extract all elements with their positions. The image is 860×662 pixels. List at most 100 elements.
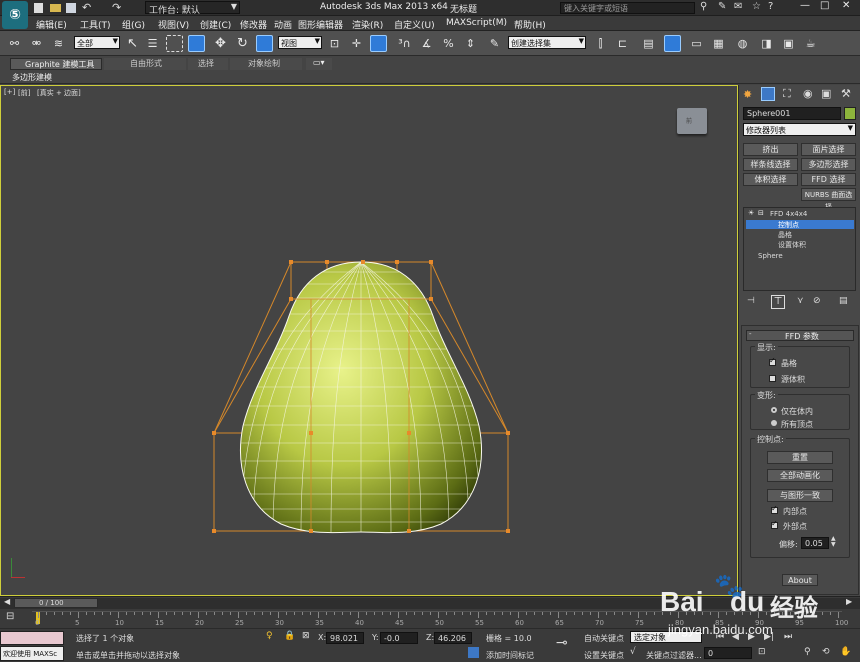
- time-config-icon[interactable]: ⊡: [758, 647, 766, 657]
- object-color-swatch[interactable]: [844, 107, 856, 120]
- viewport-front[interactable]: [+] [前] [真实 + 边面] 前: [0, 85, 738, 596]
- key-icon[interactable]: ⊸: [556, 635, 568, 651]
- all-vertices-radio[interactable]: [771, 420, 777, 426]
- set-key-button[interactable]: 设置关键点: [584, 650, 624, 661]
- render-setup-icon[interactable]: ◨: [758, 35, 775, 52]
- open-file-icon[interactable]: [50, 4, 61, 12]
- menu-graph-editors[interactable]: 图形编辑器: [298, 18, 343, 31]
- maximize-icon[interactable]: □: [820, 0, 829, 11]
- time-next-icon[interactable]: ▶: [846, 597, 852, 606]
- reset-button[interactable]: 重置: [767, 451, 833, 464]
- angle-snap-icon[interactable]: ∡: [418, 35, 435, 52]
- pin-stack-icon[interactable]: ⊣: [747, 296, 755, 306]
- spinner-arrows-icon[interactable]: ▲ ▼: [831, 536, 836, 548]
- spline-select-button[interactable]: 样条线选择: [743, 158, 798, 171]
- percent-snap-icon[interactable]: %: [440, 35, 457, 52]
- edit-named-selection-icon[interactable]: ✎: [486, 35, 503, 52]
- stack-item-lattice[interactable]: 晶格: [746, 230, 854, 239]
- rect-selection-icon[interactable]: [166, 35, 183, 52]
- align-icon[interactable]: ⊏: [614, 35, 631, 52]
- communication-icon[interactable]: ✉: [734, 1, 742, 12]
- stack-item-ffd[interactable]: ☀ ⊟ FFD 4x4x4: [746, 209, 854, 219]
- menu-tools[interactable]: 工具(T): [80, 18, 111, 31]
- offset-spinner[interactable]: 0.05: [801, 537, 829, 549]
- x-coordinate-field[interactable]: 98.021: [326, 632, 364, 644]
- maxscript-listener[interactable]: [0, 631, 64, 645]
- extrude-button[interactable]: 挤出: [743, 143, 798, 156]
- menu-help[interactable]: 帮助(H): [514, 18, 546, 31]
- unlink-icon[interactable]: ⚮: [28, 35, 45, 52]
- utilities-tab-icon[interactable]: ⚒: [841, 87, 851, 100]
- create-tab-icon[interactable]: ✸: [743, 88, 752, 101]
- close-icon[interactable]: ✕: [842, 0, 850, 11]
- menu-create[interactable]: 创建(C): [200, 18, 231, 31]
- animate-all-button[interactable]: 全部动画化: [767, 469, 833, 482]
- menu-animation[interactable]: 动画: [274, 18, 292, 31]
- configure-sets-icon[interactable]: ▤: [839, 296, 848, 306]
- source-volume-checkbox[interactable]: [769, 375, 776, 382]
- help-icon[interactable]: ?: [768, 1, 773, 12]
- play-icon[interactable]: ▶: [748, 632, 755, 642]
- menu-views[interactable]: 视图(V): [158, 18, 189, 31]
- save-icon[interactable]: [66, 3, 76, 13]
- scale-icon[interactable]: [256, 35, 273, 52]
- absolute-mode-icon[interactable]: ⊠: [302, 631, 310, 641]
- select-object-icon[interactable]: ↖: [124, 35, 141, 52]
- favorites-icon[interactable]: ☆: [752, 1, 761, 12]
- poly-select-button[interactable]: 多边形选择: [801, 158, 856, 171]
- key-filters-button[interactable]: 关键点过滤器...: [646, 650, 702, 661]
- collapse-icon[interactable]: ⊟: [758, 209, 764, 217]
- about-button[interactable]: About: [782, 574, 818, 586]
- render-production-icon[interactable]: ☕: [802, 35, 819, 52]
- stack-item-set-volume[interactable]: 设置体积: [746, 240, 854, 249]
- key-mode-dropdown[interactable]: 选定对象: [630, 631, 702, 643]
- workspace-dropdown[interactable]: 工作台: 默认 ▼: [145, 1, 240, 16]
- rendered-frame-icon[interactable]: ▣: [780, 35, 797, 52]
- modify-tab-icon[interactable]: [761, 87, 775, 101]
- ribbon-options-button[interactable]: ▭▾: [306, 58, 332, 70]
- search-input[interactable]: 键入关键字或短语: [560, 2, 695, 14]
- maxscript-mini-listener[interactable]: 欢迎使用 MAXSc: [0, 646, 64, 661]
- rollout-header[interactable]: - FFD 参数: [746, 330, 854, 341]
- isolate-selection-icon[interactable]: ♀: [266, 631, 273, 641]
- select-manipulate-icon[interactable]: ✛: [348, 35, 365, 52]
- time-tag-icon[interactable]: [468, 647, 479, 658]
- time-slider-thumb[interactable]: 0 / 100: [14, 598, 98, 608]
- menu-group[interactable]: 组(G): [122, 18, 145, 31]
- layer-manager-icon[interactable]: ▤: [640, 35, 657, 52]
- conform-to-shape-button[interactable]: 与图形一致: [767, 489, 833, 502]
- show-end-result-icon[interactable]: ⊤: [771, 295, 785, 309]
- stack-item-sphere[interactable]: Sphere: [746, 252, 854, 261]
- ribbon-tab-object-paint[interactable]: 对象绘制: [230, 58, 302, 70]
- patch-select-button[interactable]: 面片选择: [801, 143, 856, 156]
- reference-coordinate-dropdown[interactable]: 视图 ▼: [278, 36, 322, 49]
- motion-tab-icon[interactable]: ◉: [803, 87, 813, 100]
- redo-icon[interactable]: ↷: [112, 1, 121, 14]
- rotate-icon[interactable]: ↻: [234, 35, 251, 52]
- pivot-center-icon[interactable]: ⊡: [326, 35, 343, 52]
- inside-points-checkbox[interactable]: [771, 504, 778, 514]
- ffd-select-button[interactable]: FFD 选择: [801, 173, 856, 186]
- selection-lock-icon[interactable]: 🔒: [284, 631, 295, 641]
- goto-start-icon[interactable]: ⏮: [716, 632, 724, 642]
- modifier-list-dropdown[interactable]: 修改器列表 ▼: [743, 123, 856, 136]
- goto-end-icon[interactable]: ⏭: [784, 632, 792, 642]
- add-time-tag[interactable]: 添加时间标记: [486, 650, 534, 661]
- new-file-icon[interactable]: [34, 3, 43, 13]
- mirror-icon[interactable]: ⫿: [592, 35, 609, 52]
- make-unique-icon[interactable]: ⋎: [797, 296, 804, 306]
- bind-space-warp-icon[interactable]: ≋: [50, 35, 67, 52]
- only-in-volume-radio[interactable]: [771, 407, 777, 413]
- selection-filter-dropdown[interactable]: 全部 ▼: [74, 36, 120, 49]
- next-frame-icon[interactable]: ▶|: [764, 632, 774, 642]
- ribbon-panel-label[interactable]: 多边形建模: [12, 72, 52, 83]
- stack-item-control-points[interactable]: 控制点: [746, 220, 854, 229]
- display-tab-icon[interactable]: ▣: [821, 87, 831, 100]
- menu-maxscript[interactable]: MAXScript(M): [446, 18, 507, 28]
- menu-customize[interactable]: 自定义(U): [394, 18, 435, 31]
- ribbon-tab-selection[interactable]: 选择: [188, 58, 228, 70]
- pan-icon[interactable]: ✋: [840, 647, 851, 657]
- key-filter-icon[interactable]: √: [630, 647, 636, 657]
- time-prev-icon[interactable]: ◀: [4, 597, 10, 606]
- orbit-icon[interactable]: ⟲: [822, 647, 830, 657]
